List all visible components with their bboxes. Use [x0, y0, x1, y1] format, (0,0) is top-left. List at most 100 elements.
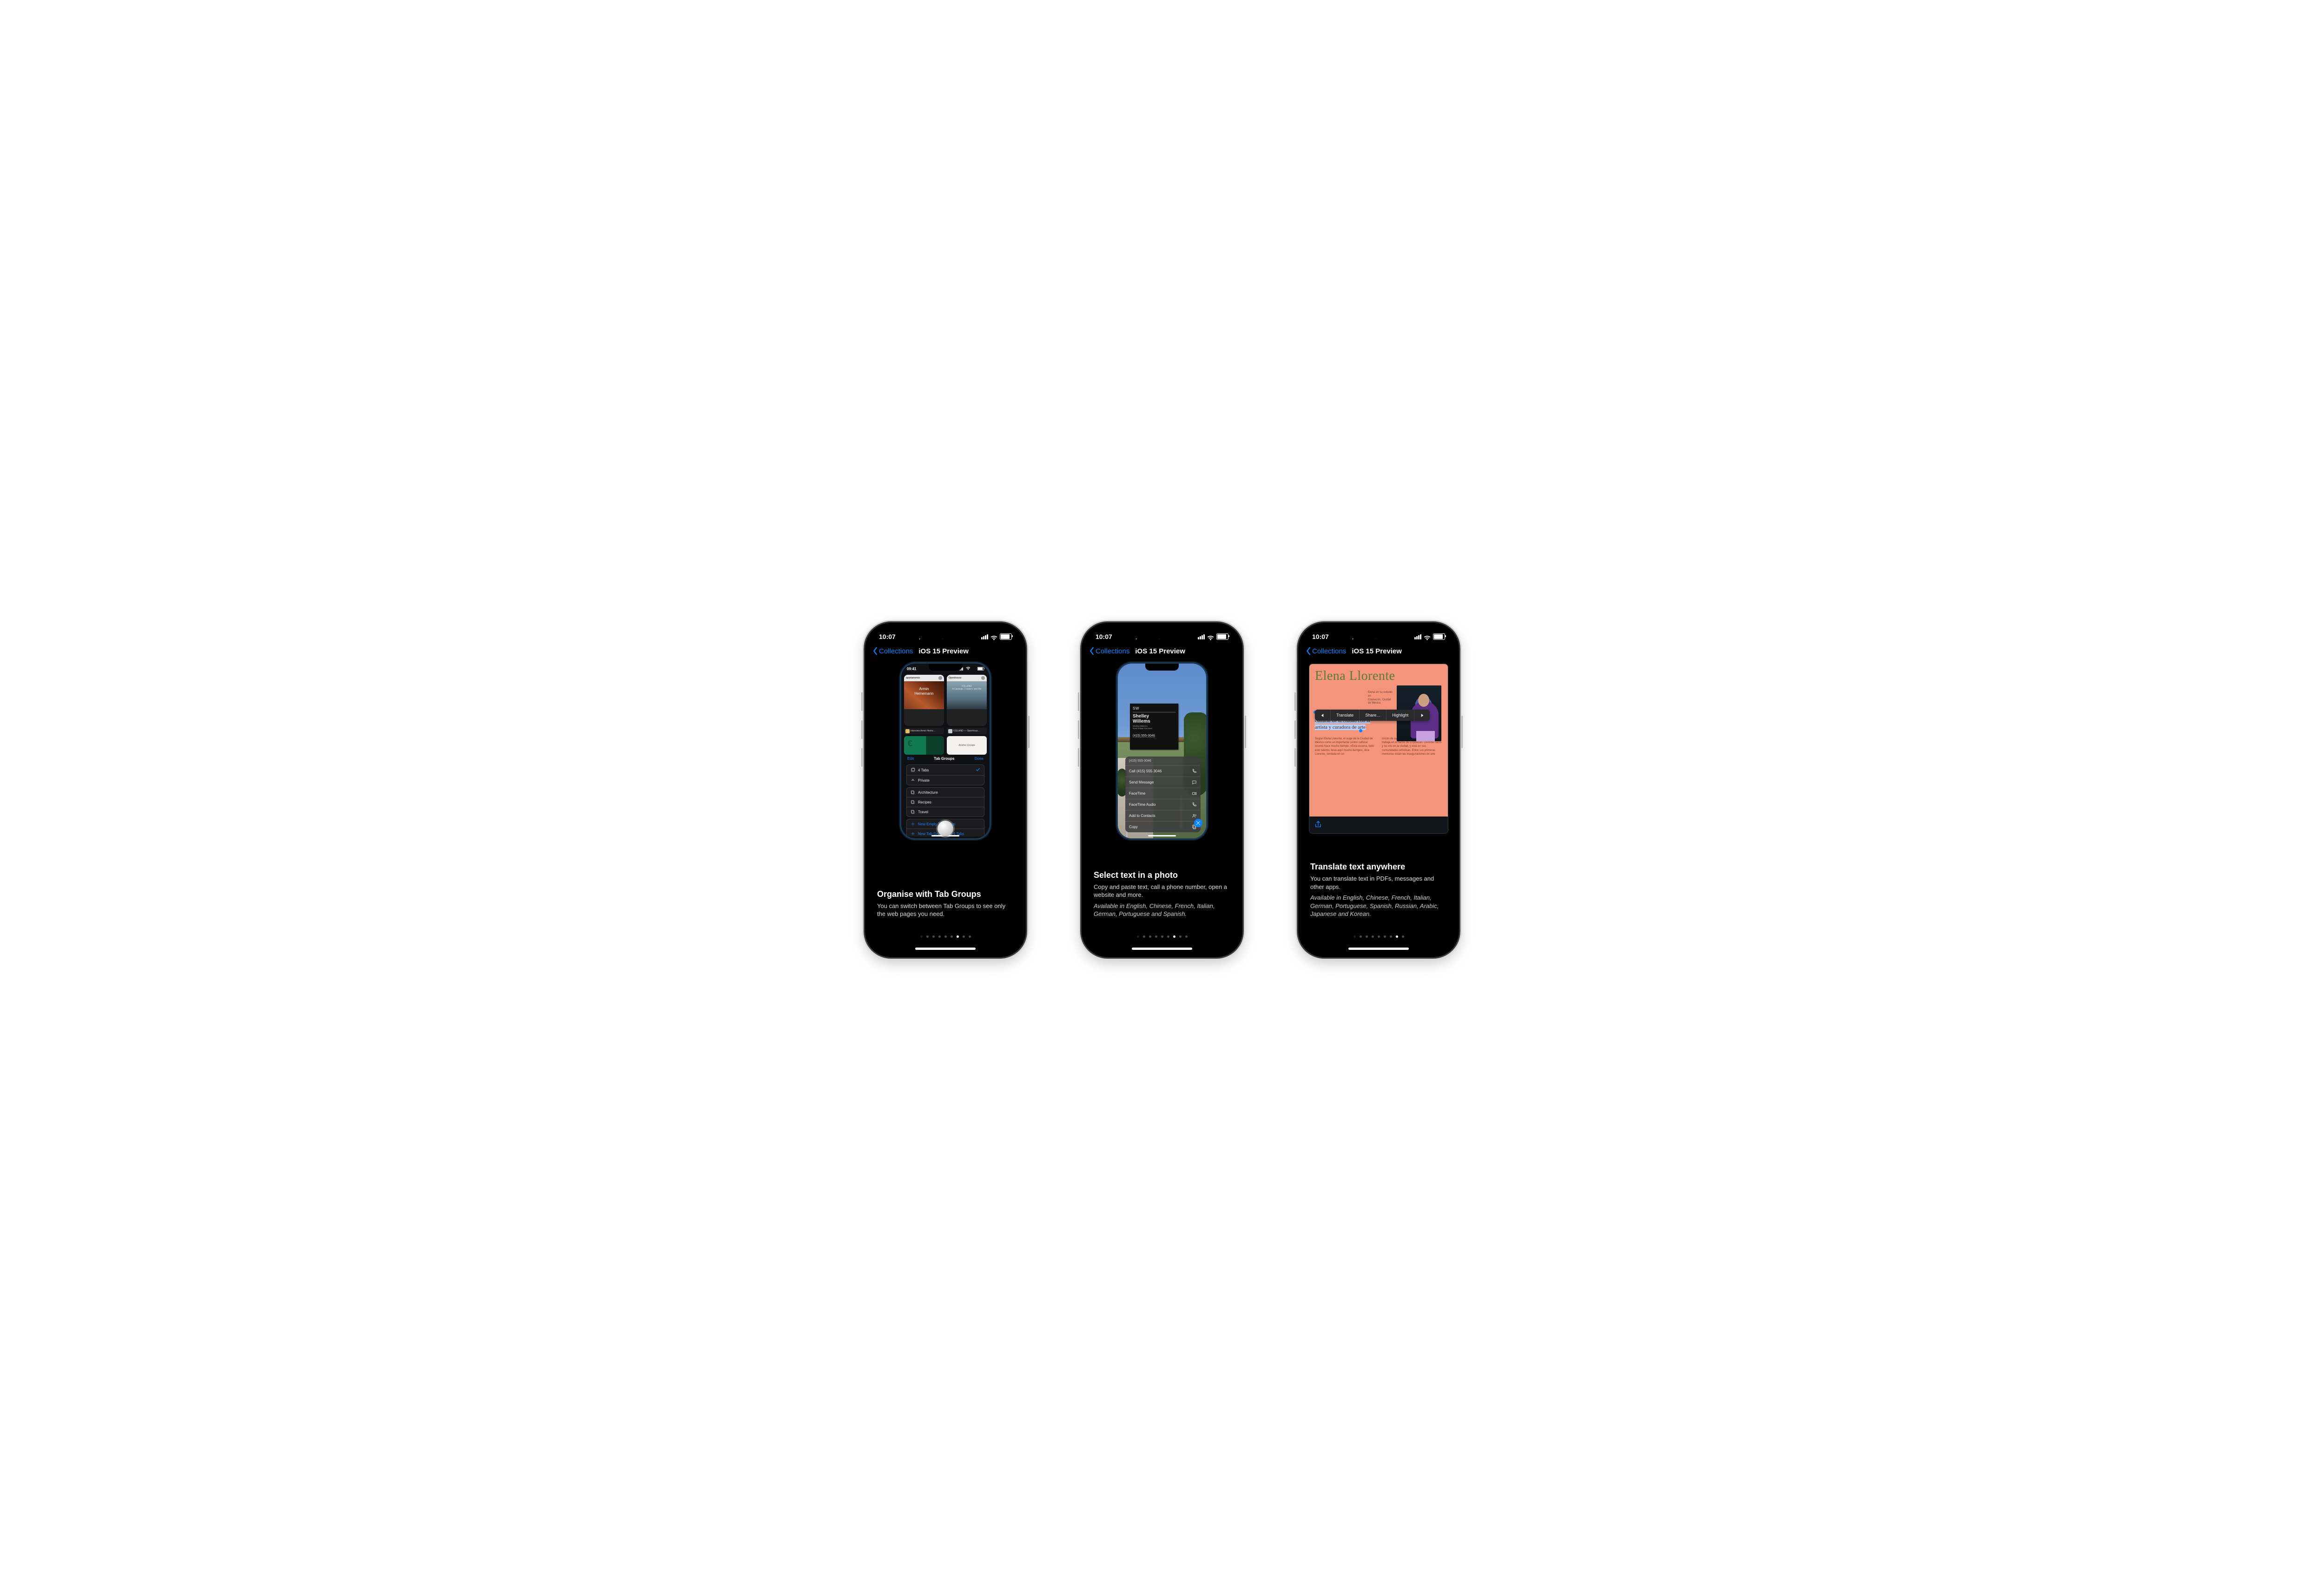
group-row-private[interactable]: Private — [907, 775, 984, 785]
tab-site-label: Openhouse — [949, 677, 962, 679]
plus-icon — [911, 822, 915, 826]
battery-icon — [1216, 633, 1228, 640]
copy-icon — [911, 790, 915, 795]
phone-1: 10:07 Collections iOS 15 — [865, 623, 1026, 957]
group-row[interactable]: Recipes — [907, 797, 984, 807]
assistive-touch-cursor — [938, 821, 953, 836]
callout-prev[interactable] — [1315, 710, 1331, 721]
callout-share[interactable]: Share… — [1360, 710, 1386, 721]
live-text-menu: (415) 555-3046 Call (415) 555 3046 Send … — [1125, 757, 1201, 832]
menu-facetime[interactable]: FaceTime — [1125, 788, 1201, 799]
add-contact-icon — [1192, 813, 1197, 818]
video-icon — [1192, 791, 1197, 796]
copy-icon — [911, 800, 915, 804]
feature-body: You can switch between Tab Groups to see… — [877, 902, 1014, 918]
tab-thumbnail[interactable]: Another Escape — [947, 736, 987, 755]
status-time: 10:07 — [1312, 633, 1329, 640]
tab-thumbnail[interactable] — [904, 736, 944, 755]
copy-icon — [911, 810, 915, 814]
tab-card[interactable]: apartamento Armin Heinemann — [904, 675, 944, 726]
notch — [911, 626, 980, 639]
share-button[interactable] — [1314, 820, 1322, 831]
menu-facetime-audio[interactable]: FaceTime Audio — [1125, 799, 1201, 810]
status-time: 10:07 — [879, 633, 896, 640]
signal-icon — [1414, 634, 1421, 639]
notch — [1344, 626, 1413, 639]
back-button[interactable]: Collections — [1089, 647, 1129, 655]
phone-icon — [1192, 802, 1197, 807]
battery-icon — [1433, 633, 1445, 640]
group-row-tabs[interactable]: 4 Tabs — [907, 765, 984, 775]
callout-next[interactable] — [1414, 710, 1430, 721]
callout-highlight[interactable]: Highlight — [1386, 710, 1414, 721]
wifi-icon — [966, 667, 971, 671]
menu-header-number: (415) 555-3046 — [1125, 757, 1201, 765]
callout-translate[interactable]: Translate — [1331, 710, 1360, 721]
demo-tab-groups: 09:41 apartamento Armin Hein — [901, 664, 990, 838]
page-dots[interactable] — [1302, 935, 1455, 938]
back-button[interactable]: Collections — [1306, 647, 1346, 655]
detected-phone-number[interactable]: (415) 555-3046 — [1133, 734, 1175, 737]
menu-message[interactable]: Send Message — [1125, 777, 1201, 788]
wifi-icon — [990, 634, 997, 639]
wifi-icon — [1424, 634, 1431, 639]
nav-bar: Collections iOS 15 Preview — [1085, 647, 1239, 660]
group-row[interactable]: Architecture — [907, 788, 984, 797]
signal-icon — [1198, 634, 1205, 639]
article-meta: Elena en su estudio en Coyoacán, Ciudad … — [1368, 691, 1394, 705]
demo-live-text: SW Shelley Willems Shelley Willems Real … — [1118, 664, 1206, 838]
pdf-toolbar — [1309, 816, 1448, 834]
home-indicator[interactable] — [1348, 948, 1409, 950]
tab-site-label: apartamento — [906, 677, 920, 679]
plus-icon — [911, 831, 915, 836]
page-title: iOS 15 Preview — [1352, 647, 1402, 655]
mini-status-time: 09:41 — [907, 667, 916, 671]
back-label: Collections — [1312, 647, 1346, 655]
photo-sign: SW Shelley Willems Shelley Willems Real … — [1130, 704, 1178, 750]
page-dots[interactable] — [869, 935, 1022, 938]
home-indicator[interactable] — [915, 948, 976, 950]
tab-overlay-text: ICELAND A Caravan, 2 sisters and Me — [947, 685, 987, 691]
tab-overlay-text: Armin Heinemann — [904, 687, 944, 696]
message-icon — [1192, 780, 1197, 785]
battery-icon — [977, 667, 984, 671]
phone-2: 10:07 Collections iOS 15 Preview — [1082, 623, 1242, 957]
back-button[interactable]: Collections — [872, 647, 913, 655]
phone-icon — [1192, 769, 1197, 774]
back-label: Collections — [879, 647, 913, 655]
selection-handle[interactable] — [1359, 729, 1362, 732]
feature-title: Organise with Tab Groups — [877, 889, 1014, 899]
feature-body: You can translate text in PDFs, messages… — [1310, 875, 1447, 891]
phone-3: 10:07 Collections iOS 15 Preview — [1298, 623, 1459, 957]
demo-translate: Elena Llorente Elena en su estudio en Co… — [1309, 664, 1448, 834]
feature-body: Copy and paste text, call a phone number… — [1094, 883, 1230, 899]
feature-title: Select text in a photo — [1094, 870, 1230, 880]
notch — [1127, 626, 1197, 639]
sheet-title: Tab Groups — [934, 757, 954, 761]
home-indicator[interactable] — [1132, 948, 1192, 950]
tab-label: Interview Armin Heine… — [904, 728, 944, 734]
nav-bar: Collections iOS 15 Preview — [1302, 647, 1455, 660]
tab-card[interactable]: Openhouse ICELAND A Caravan, 2 sisters a… — [947, 675, 987, 726]
signal-icon — [981, 634, 988, 639]
wifi-icon — [1207, 634, 1214, 639]
group-row[interactable]: Travel — [907, 807, 984, 816]
nav-bar: Collections iOS 15 Preview — [869, 647, 1022, 660]
article-heading: Elena Llorente — [1315, 669, 1442, 684]
sheet-edit[interactable]: Edit — [907, 757, 914, 761]
page-title: iOS 15 Preview — [1135, 647, 1185, 655]
sheet-done[interactable]: Done — [975, 757, 984, 761]
checkmark-icon — [976, 767, 980, 773]
battery-icon — [1000, 633, 1012, 640]
page-dots[interactable] — [1085, 935, 1239, 938]
menu-copy[interactable]: Copy — [1125, 821, 1201, 832]
page-title: iOS 15 Preview — [918, 647, 969, 655]
feature-title: Translate text anywhere — [1310, 862, 1447, 872]
status-time: 10:07 — [1096, 633, 1112, 640]
back-label: Collections — [1096, 647, 1129, 655]
feature-note: Available in English, Chinese, French, I… — [1310, 894, 1447, 918]
menu-call[interactable]: Call (415) 555 3046 — [1125, 765, 1201, 777]
live-text-button[interactable] — [1194, 819, 1202, 827]
feature-note: Available in English, Chinese, French, I… — [1094, 902, 1230, 918]
menu-add-contact[interactable]: Add to Contacts — [1125, 810, 1201, 821]
